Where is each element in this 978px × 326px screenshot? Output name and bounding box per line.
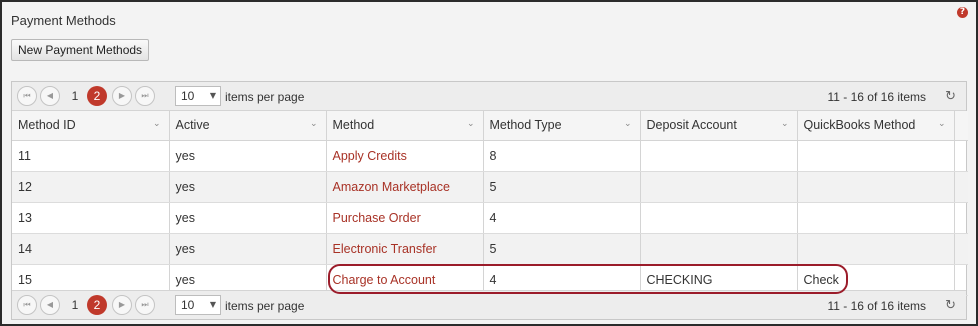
refresh-icon[interactable]: ↻ — [945, 89, 956, 104]
caret-down-icon: ▼ — [209, 91, 216, 100]
items-range-label: 11 - 16 of 16 items — [827, 90, 927, 104]
cell-method-type: 5 — [483, 171, 641, 203]
column-header-method[interactable]: Method ⌄ — [326, 111, 484, 141]
cell-active: yes — [169, 140, 327, 172]
page-size-value: 10 — [181, 89, 195, 103]
cell-quickbooks-method — [797, 233, 955, 265]
cell-method-type: 5 — [483, 233, 641, 265]
column-header-method-type[interactable]: Method Type ⌄ — [483, 111, 641, 141]
cell-deposit-account — [640, 140, 798, 172]
column-header-quickbooks-method[interactable]: QuickBooks Method ⌄ — [797, 111, 955, 141]
first-page-icon[interactable]: ⏮ — [17, 295, 37, 315]
payment-methods-grid: ⏮ ◀ 1 2 ▶ ⏭ 10 ▼ items per page 11 - 16 … — [11, 81, 968, 320]
page-number-2-active[interactable]: 2 — [87, 295, 107, 315]
column-header-method-id[interactable]: Method ID ⌄ — [12, 111, 170, 141]
page-size-select[interactable]: 10 ▼ — [175, 295, 221, 315]
column-menu-icon[interactable]: ⌄ — [153, 119, 161, 129]
cell-deposit-account — [640, 171, 798, 203]
column-menu-icon[interactable]: ⌄ — [938, 119, 946, 129]
cell-quickbooks-method — [797, 140, 955, 172]
scrollbar-track[interactable] — [954, 202, 968, 234]
table-row[interactable]: 12 yes Amazon Marketplace 5 — [12, 171, 968, 203]
last-page-icon[interactable]: ⏭ — [135, 86, 155, 106]
new-payment-methods-button[interactable]: New Payment Methods — [11, 39, 150, 61]
first-page-icon[interactable]: ⏮ — [17, 86, 37, 106]
page-number-2-active[interactable]: 2 — [87, 86, 107, 106]
page-title: Payment Methods — [11, 13, 116, 28]
scrollbar-track[interactable] — [954, 171, 968, 203]
cell-deposit-account — [640, 233, 798, 265]
refresh-icon[interactable]: ↻ — [945, 298, 956, 313]
caret-down-icon: ▼ — [209, 300, 216, 309]
next-page-icon[interactable]: ▶ — [112, 86, 132, 106]
next-page-icon[interactable]: ▶ — [112, 295, 132, 315]
scrollbar-track[interactable] — [954, 233, 968, 265]
table-row[interactable]: 14 yes Electronic Transfer 5 — [12, 233, 968, 265]
prev-page-icon[interactable]: ◀ — [40, 295, 60, 315]
table-header-row: Method ID ⌄ Active ⌄ Method ⌄ Method Type ⌄ … — [12, 111, 968, 141]
scrollbar-track[interactable] — [954, 140, 968, 172]
items-per-page-label: items per page — [225, 299, 305, 313]
column-menu-icon[interactable]: ⌄ — [467, 119, 475, 129]
cell-method-id: 14 — [12, 233, 170, 265]
column-menu-icon[interactable]: ⌄ — [781, 119, 789, 129]
scrollbar-header — [954, 111, 968, 141]
method-link[interactable]: Apply Credits — [326, 140, 484, 172]
column-header-deposit-account[interactable]: Deposit Account ⌄ — [640, 111, 798, 141]
cell-active: yes — [169, 233, 327, 265]
prev-page-icon[interactable]: ◀ — [40, 86, 60, 106]
items-per-page-label: items per page — [225, 90, 305, 104]
payment-methods-panel: ? Payment Methods New Payment Methods ⏮ … — [0, 0, 978, 326]
column-header-active[interactable]: Active ⌄ — [169, 111, 327, 141]
items-range-label: 11 - 16 of 16 items — [827, 299, 927, 313]
cell-quickbooks-method — [797, 171, 955, 203]
help-icon[interactable]: ? — [957, 7, 968, 18]
cell-method-id: 11 — [12, 140, 170, 172]
page-number-1[interactable]: 1 — [65, 295, 85, 315]
pager-top: ⏮ ◀ 1 2 ▶ ⏭ 10 ▼ items per page 11 - 16 … — [12, 82, 966, 111]
payment-methods-table: Method ID ⌄ Active ⌄ Method ⌄ Method Type ⌄ … — [12, 111, 968, 296]
cell-deposit-account — [640, 202, 798, 234]
pager-bottom: ⏮ ◀ 1 2 ▶ ⏭ 10 ▼ items per page 11 - 16 … — [12, 290, 966, 319]
page-size-select[interactable]: 10 ▼ — [175, 86, 221, 106]
method-link[interactable]: Purchase Order — [326, 202, 484, 234]
cell-active: yes — [169, 202, 327, 234]
last-page-icon[interactable]: ⏭ — [135, 295, 155, 315]
method-link[interactable]: Amazon Marketplace — [326, 171, 484, 203]
page-number-1[interactable]: 1 — [65, 86, 85, 106]
cell-method-id: 12 — [12, 171, 170, 203]
page-size-value: 10 — [181, 298, 195, 312]
table-row[interactable]: 13 yes Purchase Order 4 — [12, 202, 968, 234]
column-menu-icon[interactable]: ⌄ — [624, 119, 632, 129]
column-menu-icon[interactable]: ⌄ — [310, 119, 318, 129]
cell-method-type: 4 — [483, 202, 641, 234]
cell-active: yes — [169, 171, 327, 203]
table-row[interactable]: 11 yes Apply Credits 8 — [12, 140, 968, 172]
method-link[interactable]: Electronic Transfer — [326, 233, 484, 265]
cell-method-id: 13 — [12, 202, 170, 234]
cell-method-type: 8 — [483, 140, 641, 172]
cell-quickbooks-method — [797, 202, 955, 234]
